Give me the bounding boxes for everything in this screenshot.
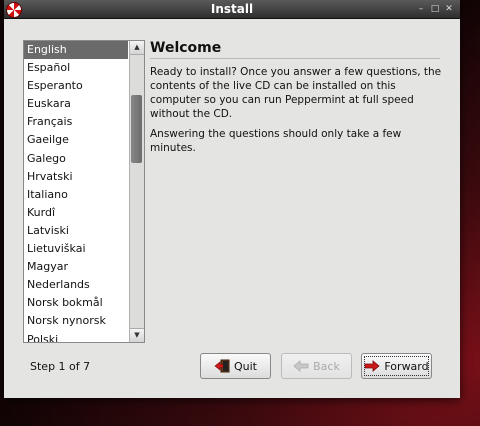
time-estimate-text: Answering the questions should only take… <box>150 128 402 154</box>
language-item[interactable]: Kurdî <box>24 204 128 222</box>
language-item[interactable]: Latviski <box>24 222 128 240</box>
language-item[interactable]: Polski <box>24 331 128 343</box>
language-item-english[interactable]: English <box>24 41 128 60</box>
language-item[interactable]: Galego <box>24 150 128 168</box>
minimize-icon[interactable]: – <box>414 0 428 18</box>
language-item[interactable]: Nederlands <box>24 276 128 294</box>
quit-label: Quit <box>234 359 257 373</box>
forward-button[interactable]: Forward <box>361 353 432 379</box>
forward-label: Forward <box>384 359 429 373</box>
language-item[interactable]: Français <box>24 113 128 131</box>
language-list[interactable]: English Español Esperanto Euskara França… <box>23 40 145 343</box>
language-item[interactable]: Euskara <box>24 95 128 113</box>
back-button[interactable]: Back <box>281 353 352 379</box>
language-item[interactable]: Magyar <box>24 258 128 276</box>
back-label: Back <box>313 359 340 373</box>
quit-button[interactable]: Quit <box>200 353 271 379</box>
intro-line: computer so you can run Peppermint at fu… <box>150 94 414 106</box>
step-indicator: Step 1 of 7 <box>30 360 91 373</box>
scroll-up-icon[interactable]: ▲ <box>130 41 144 55</box>
language-item[interactable]: Norsk nynorsk <box>24 312 128 330</box>
scroll-down-icon[interactable]: ▼ <box>130 328 144 342</box>
exit-door-icon <box>214 359 230 373</box>
language-list-scrollbar[interactable]: ▲ ▼ <box>129 41 144 342</box>
language-item[interactable]: Español <box>24 59 128 77</box>
language-item[interactable]: Lietuviškai <box>24 240 128 258</box>
intro-paragraph: Ready to install? Once you answer a few … <box>150 65 442 121</box>
intro-line: without the CD. <box>150 108 233 120</box>
window-title: Install <box>210 2 254 16</box>
language-item[interactable]: Norsk bokmål <box>24 294 128 312</box>
language-item[interactable]: Gaeilge <box>24 131 128 149</box>
intro-line: Ready to install? Once you answer a few … <box>150 66 442 78</box>
language-item[interactable]: Italiano <box>24 186 128 204</box>
arrow-left-icon <box>293 359 309 373</box>
intro-line: contents of the live CD can be installed… <box>150 80 396 92</box>
page-title: Welcome <box>150 40 222 56</box>
installer-window: Install – □ ✕ English Español Esperanto … <box>4 0 460 398</box>
language-item[interactable]: Hrvatski <box>24 168 128 186</box>
arrow-right-icon <box>364 359 380 373</box>
scrollbar-thumb[interactable] <box>131 95 142 163</box>
title-bar[interactable]: Install – □ ✕ <box>4 0 460 19</box>
close-icon[interactable]: ✕ <box>442 0 456 18</box>
title-divider <box>150 58 440 59</box>
language-item[interactable]: Esperanto <box>24 77 128 95</box>
maximize-icon[interactable]: □ <box>428 0 442 18</box>
